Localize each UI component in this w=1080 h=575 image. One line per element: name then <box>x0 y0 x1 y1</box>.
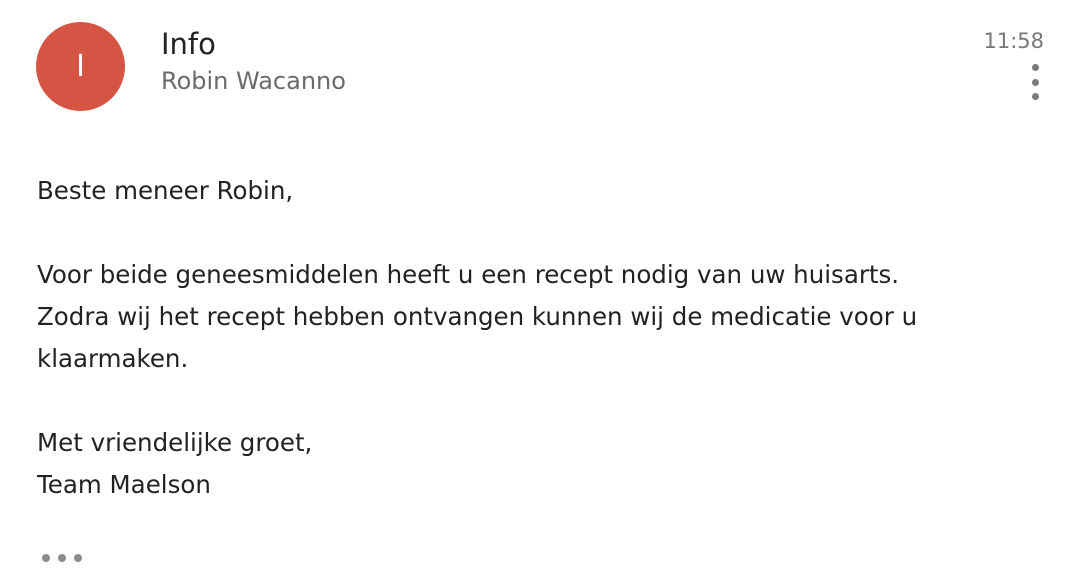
more-options-button[interactable] <box>1020 62 1050 102</box>
message-body: Beste meneer Robin, Voor beide geneesmid… <box>37 170 1037 506</box>
recipient-name[interactable]: Robin Wacanno <box>161 66 346 96</box>
body-line-2: Zodra wij het recept hebben ontvangen ku… <box>37 302 918 331</box>
closing-line: Met vriendelijke groet, <box>37 428 313 457</box>
show-trimmed-content-button[interactable] <box>42 552 82 564</box>
more-horiz-icon <box>42 554 50 562</box>
more-vert-icon <box>1031 64 1039 71</box>
more-horiz-icon-dot-2 <box>58 554 66 562</box>
email-message-view: I Info Robin Wacanno 11:58 Beste meneer … <box>0 0 1080 575</box>
sender-name[interactable]: Info <box>161 26 216 62</box>
more-vert-icon-dot-3 <box>1031 93 1039 100</box>
more-horiz-icon-dot-3 <box>74 554 82 562</box>
body-line-1: Voor beide geneesmiddelen heeft u een re… <box>37 260 900 289</box>
avatar-letter: I <box>76 49 85 84</box>
greeting-line: Beste meneer Robin, <box>37 176 294 205</box>
body-line-3: klaarmaken. <box>37 344 189 373</box>
avatar[interactable]: I <box>36 22 125 111</box>
more-vert-icon-dot-2 <box>1031 78 1039 86</box>
timestamp: 11:58 <box>983 29 1044 53</box>
signature-line: Team Maelson <box>37 470 211 499</box>
